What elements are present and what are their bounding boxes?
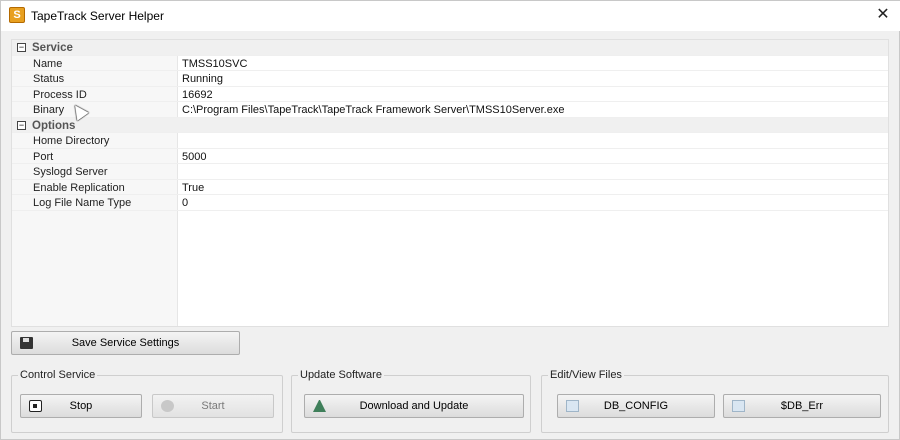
start-icon xyxy=(161,400,174,412)
property-label: Status xyxy=(33,73,65,85)
start-button[interactable]: Start xyxy=(152,394,274,418)
db-err-button[interactable]: $DB_Err xyxy=(723,394,881,418)
property-row-process-id[interactable]: Process ID 16692 xyxy=(12,87,888,102)
property-value[interactable]: 0 xyxy=(182,196,188,210)
category-label: Options xyxy=(32,119,76,132)
file-icon xyxy=(732,400,745,412)
group-legend: Control Service xyxy=(18,369,98,381)
category-label: Service xyxy=(32,42,73,54)
group-legend: Edit/View Files xyxy=(548,369,624,381)
main-window: S TapeTrack Server Helper ✕ − Service Na… xyxy=(0,0,900,440)
property-grid[interactable]: − Service Name TMSS10SVC Status Running … xyxy=(11,39,889,327)
property-label: Port xyxy=(33,150,54,163)
property-value[interactable]: TMSS10SVC xyxy=(182,57,247,71)
group-legend: Update Software xyxy=(298,369,384,381)
stop-icon xyxy=(29,400,42,412)
app-icon: S xyxy=(9,7,25,23)
property-label: Name xyxy=(33,57,63,70)
collapse-icon[interactable]: − xyxy=(17,43,26,52)
property-label: Enable Replication xyxy=(33,181,125,194)
db-config-button-label: DB_CONFIG xyxy=(603,400,669,412)
property-value[interactable]: 16692 xyxy=(182,88,213,102)
file-icon xyxy=(566,400,579,412)
save-service-settings-button[interactable]: Save Service Settings xyxy=(11,331,240,355)
update-software-group: Update Software Download and Update xyxy=(291,369,531,433)
tree-icon xyxy=(313,400,326,412)
control-service-group: Control Service Stop Start xyxy=(11,369,283,433)
category-row-options[interactable]: − Options xyxy=(12,117,888,133)
property-row-log-file-name-type[interactable]: Log File Name Type 0 xyxy=(12,195,888,211)
property-row-name[interactable]: Name TMSS10SVC xyxy=(12,56,888,71)
property-row-syslogd-server[interactable]: Syslogd Server xyxy=(12,164,888,180)
property-label: Process ID xyxy=(33,88,87,101)
stop-button[interactable]: Stop xyxy=(20,394,142,418)
property-label: Log File Name Type xyxy=(33,197,132,209)
property-value[interactable]: Running xyxy=(182,72,223,86)
db-config-button[interactable]: DB_CONFIG xyxy=(557,394,715,418)
property-label: Home Directory xyxy=(33,135,110,147)
close-icon[interactable]: ✕ xyxy=(871,5,895,25)
download-and-update-button[interactable]: Download and Update xyxy=(304,394,524,418)
property-label: Binary xyxy=(33,104,65,116)
download-button-label: Download and Update xyxy=(359,400,469,412)
property-row-status[interactable]: Status Running xyxy=(12,71,888,87)
window-title: TapeTrack Server Helper xyxy=(31,9,164,23)
category-row-service[interactable]: − Service xyxy=(12,40,888,56)
property-row-home-directory[interactable]: Home Directory xyxy=(12,133,888,149)
property-row-enable-replication[interactable]: Enable Replication True xyxy=(12,180,888,195)
property-value[interactable]: True xyxy=(182,181,204,195)
property-value[interactable]: C:\Program Files\TapeTrack\TapeTrack Fra… xyxy=(182,103,564,117)
collapse-icon[interactable]: − xyxy=(17,120,26,130)
save-button-label: Save Service Settings xyxy=(71,337,180,349)
property-value[interactable]: 5000 xyxy=(182,150,206,164)
property-row-port[interactable]: Port 5000 xyxy=(12,149,888,164)
title-bar[interactable]: S TapeTrack Server Helper ✕ xyxy=(1,1,900,31)
start-button-label: Start xyxy=(201,400,225,412)
floppy-disk-icon xyxy=(20,337,33,349)
edit-view-files-group: Edit/View Files DB_CONFIG $DB_Err xyxy=(541,369,889,433)
stop-button-label: Stop xyxy=(69,400,93,412)
property-row-binary[interactable]: Binary C:\Program Files\TapeTrack\TapeTr… xyxy=(12,102,888,118)
db-err-button-label: $DB_Err xyxy=(780,400,824,412)
property-label: Syslogd Server xyxy=(33,166,108,178)
